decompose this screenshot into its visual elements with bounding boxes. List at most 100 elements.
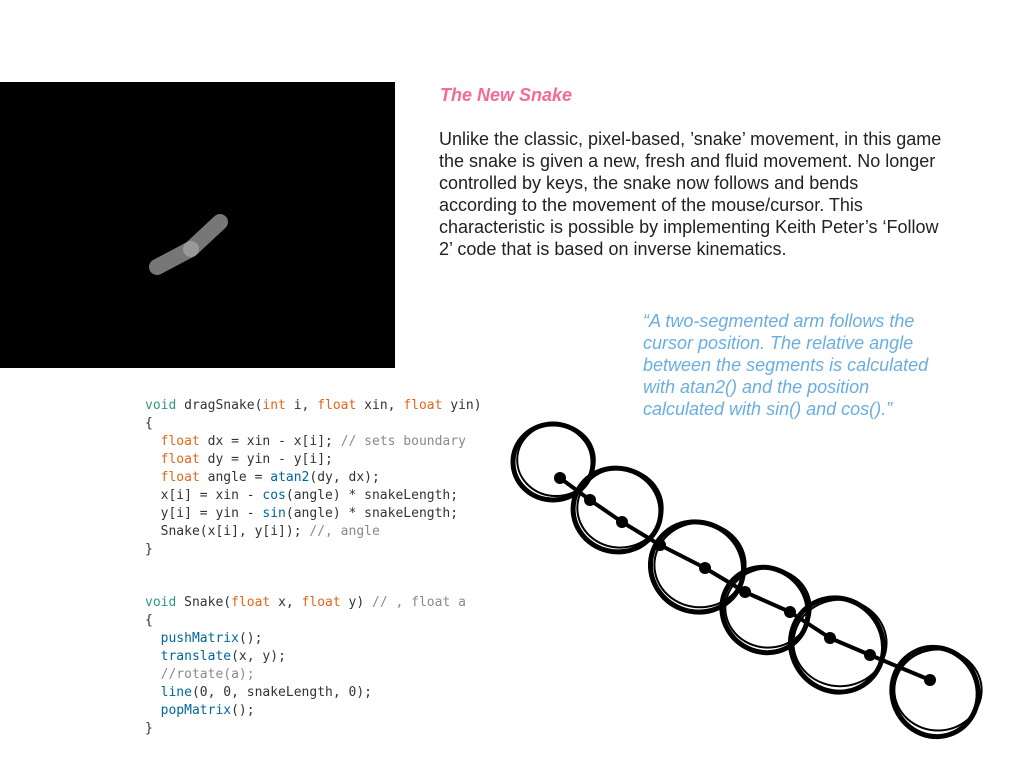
sketch-joint	[739, 586, 751, 598]
code-token-fn: atan2	[270, 470, 310, 485]
code-token-fn: sin	[262, 506, 286, 521]
paragraph-line: 2’ code that is based on inverse kinemat…	[439, 239, 787, 259]
code-line: popMatrix();	[145, 702, 466, 720]
code-block-snake: void Snake(float x, float y) // , float …	[145, 594, 466, 738]
description-paragraph: Unlike the classic, pixel-based, ’snake’…	[439, 128, 941, 260]
sketch-segment	[869, 653, 931, 682]
code-line: x[i] = xin - cos(angle) * snakeLength;	[145, 487, 482, 505]
code-token-t: x[i] = xin -	[145, 488, 263, 503]
code-token-type: float	[301, 595, 341, 610]
code-token-type: float	[317, 398, 357, 413]
sketch-circle	[510, 421, 596, 503]
code-token-cm: // sets boundary	[340, 434, 466, 449]
code-token-cm: //rotate(a);	[160, 667, 255, 682]
code-line: y[i] = yin - sin(angle) * snakeLength;	[145, 505, 482, 523]
sketch-segment	[703, 566, 747, 594]
code-line: float dy = yin - y[i];	[145, 451, 482, 469]
code-token-t: Snake(x[i], y[i]);	[145, 524, 310, 539]
code-token-type: float	[160, 452, 200, 467]
code-token-fn: popMatrix	[160, 703, 232, 718]
sketch-joint	[864, 649, 876, 661]
sketch-joint	[554, 472, 566, 484]
code-token-fn: translate	[160, 649, 232, 664]
code-token-t: ();	[238, 631, 263, 646]
code-token-t: (dy, dx);	[309, 470, 380, 485]
code-block-dragsnake: void dragSnake(int i, float xin, float y…	[145, 397, 482, 559]
code-line: float angle = atan2(dy, dx);	[145, 469, 482, 487]
snake-arm-illustration	[149, 214, 228, 275]
code-token-t: {	[145, 416, 153, 431]
code-token-t: yin)	[442, 398, 482, 413]
code-token-fn: pushMatrix	[160, 631, 239, 646]
code-line: void Snake(float x, float y) // , float …	[145, 594, 466, 612]
quote-line: “A two-segmented arm follows the	[643, 311, 915, 331]
sketch-circle	[787, 595, 887, 695]
sketch-preview-canvas	[0, 82, 395, 368]
code-token-t	[145, 667, 161, 682]
code-token-t: }	[145, 721, 153, 736]
quote-line: cursor position. The relative angle	[643, 333, 914, 353]
code-line: void dragSnake(int i, float xin, float y…	[145, 397, 482, 415]
code-line: }	[145, 541, 482, 559]
sketch-joint	[824, 632, 836, 644]
code-token-t: dy = yin - y[i];	[199, 452, 333, 467]
code-token-cm: // , float a	[372, 595, 466, 610]
sketch-joint	[616, 516, 628, 528]
code-line: line(0, 0, snakeLength, 0);	[145, 684, 466, 702]
code-token-type: float	[160, 470, 200, 485]
code-token-t: {	[145, 613, 153, 628]
sketch-circle-stroke	[893, 648, 983, 732]
code-line: pushMatrix();	[145, 630, 466, 648]
paragraph-line: the snake is given a new, fresh and flui…	[439, 151, 936, 171]
sketch-joint	[784, 606, 796, 618]
paragraph-line: Unlike the classic, pixel-based, ’snake’…	[439, 129, 942, 149]
sketch-segment	[659, 543, 706, 570]
sketch-segment	[788, 610, 832, 640]
quote-line: with atan2() and the position	[643, 377, 870, 397]
code-token-t	[145, 703, 161, 718]
code-token-void: void	[145, 398, 177, 413]
code-line: float dx = xin - x[i]; // sets boundary	[145, 433, 482, 451]
code-token-type: int	[262, 398, 286, 413]
code-line: translate(x, y);	[145, 648, 466, 666]
code-line: {	[145, 612, 466, 630]
sketch-joint	[924, 674, 936, 686]
sketch-joint	[699, 562, 711, 574]
code-token-t: xin,	[356, 398, 404, 413]
sketch-segment	[588, 498, 624, 524]
code-token-t: ();	[231, 703, 255, 718]
sketch-circle	[719, 564, 811, 656]
code-token-t: }	[145, 542, 153, 557]
code-token-fn: line	[160, 685, 192, 700]
code-token-t: (x, y);	[231, 649, 286, 664]
code-token-t	[145, 685, 161, 700]
code-token-t: y[i] = yin -	[145, 506, 263, 521]
code-token-t: (angle) * snakeLength;	[285, 488, 459, 503]
sketch-joint	[584, 494, 596, 506]
code-token-t	[145, 631, 161, 646]
paragraph-line: according to the movement of the mouse/c…	[439, 195, 863, 215]
code-line: //rotate(a);	[145, 666, 466, 684]
code-token-t: (0, 0, snakeLength, 0);	[191, 685, 372, 700]
code-token-t: x,	[270, 595, 302, 610]
sketch-segment	[620, 520, 662, 547]
code-token-t: Snake(	[176, 595, 232, 610]
sketch-circle-stroke	[653, 521, 747, 609]
sketch-circle-stroke	[792, 598, 888, 688]
code-line: {	[145, 415, 482, 433]
sketch-segment	[829, 636, 871, 657]
code-token-t: i,	[285, 398, 318, 413]
code-token-t	[145, 452, 161, 467]
code-token-t: y)	[340, 595, 373, 610]
code-token-t	[145, 649, 161, 664]
sketch-circle-stroke	[516, 423, 596, 497]
code-token-type: float	[231, 595, 271, 610]
sketch-circle	[889, 644, 981, 740]
code-token-t	[145, 470, 161, 485]
code-token-t: dragSnake(	[176, 398, 263, 413]
code-token-cm: //, angle	[309, 524, 380, 539]
paragraph-line: controlled by keys, the snake now follow…	[439, 173, 859, 193]
quote-line: calculated with sin() and cos().”	[643, 399, 893, 419]
code-token-void: void	[145, 595, 177, 610]
paragraph-line: characteristic is possible by implementi…	[439, 217, 939, 237]
